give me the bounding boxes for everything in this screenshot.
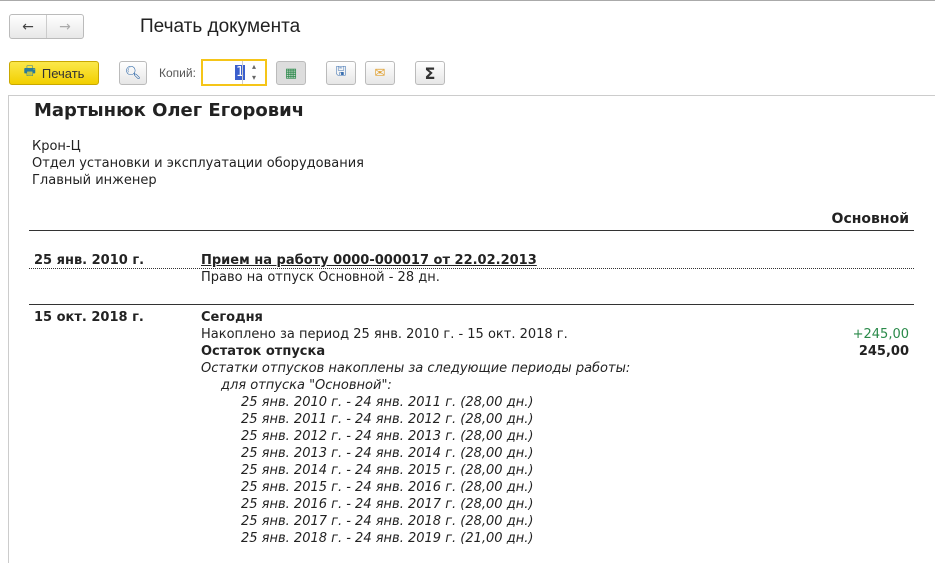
accrued-value: +245,00 bbox=[852, 327, 909, 342]
period-item: 25 янв. 2014 г. - 24 янв. 2015 г. (28,00… bbox=[241, 463, 534, 478]
period-item: 25 янв. 2017 г. - 24 янв. 2018 г. (28,00… bbox=[241, 514, 534, 529]
copies-label: Копий: bbox=[159, 66, 196, 80]
dept: Отдел установки и эксплуатации оборудова… bbox=[32, 156, 364, 171]
org: Крон-Ц bbox=[32, 139, 81, 154]
entry1-detail: Право на отпуск Основной - 28 дн. bbox=[201, 270, 440, 285]
entry2-title: Сегодня bbox=[201, 310, 263, 325]
divider bbox=[29, 230, 914, 231]
spin-up[interactable]: ▴ bbox=[243, 61, 265, 72]
entry1-date: 25 янв. 2010 г. bbox=[34, 253, 145, 268]
envelope-icon: ✉ bbox=[374, 65, 386, 81]
period-item: 25 янв. 2016 г. - 24 янв. 2017 г. (28,00… bbox=[241, 497, 534, 512]
copies-input[interactable]: 1 ▴ ▾ bbox=[201, 59, 267, 86]
column-header: Основной bbox=[831, 211, 909, 227]
period-item: 25 янв. 2010 г. - 24 янв. 2011 г. (28,00… bbox=[241, 395, 534, 410]
accrued-text: Накоплено за период 25 янв. 2010 г. - 15… bbox=[201, 327, 568, 342]
period-item: 25 янв. 2011 г. - 24 янв. 2012 г. (28,00… bbox=[241, 412, 534, 427]
periods-intro: Остатки отпусков накоплены за следующие … bbox=[201, 361, 631, 376]
position: Главный инженер bbox=[32, 173, 157, 188]
entry2-date: 15 окт. 2018 г. bbox=[34, 310, 144, 325]
period-item: 25 янв. 2013 г. - 24 янв. 2014 г. (28,00… bbox=[241, 446, 534, 461]
entry1-doc-link[interactable]: Прием на работу 0000-000017 от 22.02.201… bbox=[201, 253, 537, 268]
period-item: 25 янв. 2012 г. - 24 янв. 2013 г. (28,00… bbox=[241, 429, 534, 444]
edit-button[interactable]: ▦ bbox=[276, 61, 306, 85]
divider bbox=[29, 304, 914, 305]
nav-buttons: ← → bbox=[9, 14, 84, 39]
preview-button[interactable]: 🔍︎ bbox=[119, 61, 147, 85]
document-area: Мартынюк Олег Егорович Крон-Ц Отдел уста… bbox=[8, 95, 935, 563]
table-edit-icon: ▦ bbox=[284, 65, 298, 81]
balance-label: Остаток отпуска bbox=[201, 344, 326, 359]
employee-name: Мартынюк Олег Егорович bbox=[34, 100, 305, 121]
window-title: Печать документа bbox=[140, 16, 301, 37]
save-button[interactable]: 🖫 bbox=[326, 61, 356, 85]
period-item: 25 янв. 2018 г. - 24 янв. 2019 г. (21,00… bbox=[241, 531, 534, 546]
balance-value: 245,00 bbox=[858, 344, 909, 359]
period-item: 25 янв. 2015 г. - 24 янв. 2016 г. (28,00… bbox=[241, 480, 534, 495]
printer-icon: 🖶 bbox=[23, 63, 36, 78]
forward-button[interactable]: → bbox=[46, 15, 83, 38]
spin-down[interactable]: ▾ bbox=[243, 72, 265, 83]
for-vacation: для отпуска "Основной": bbox=[221, 378, 392, 393]
back-button[interactable]: ← bbox=[10, 15, 46, 38]
print-button[interactable]: 🖶 Печать bbox=[9, 61, 99, 85]
magnifier-icon: 🔍︎ bbox=[124, 65, 142, 81]
copies-spinner[interactable]: ▴ ▾ bbox=[242, 61, 265, 84]
print-label: Печать bbox=[41, 65, 85, 81]
floppy-icon: 🖫 bbox=[335, 64, 347, 79]
email-button[interactable]: ✉ bbox=[365, 61, 395, 85]
sum-button[interactable]: Σ bbox=[415, 61, 445, 85]
dotted-divider bbox=[29, 268, 914, 269]
